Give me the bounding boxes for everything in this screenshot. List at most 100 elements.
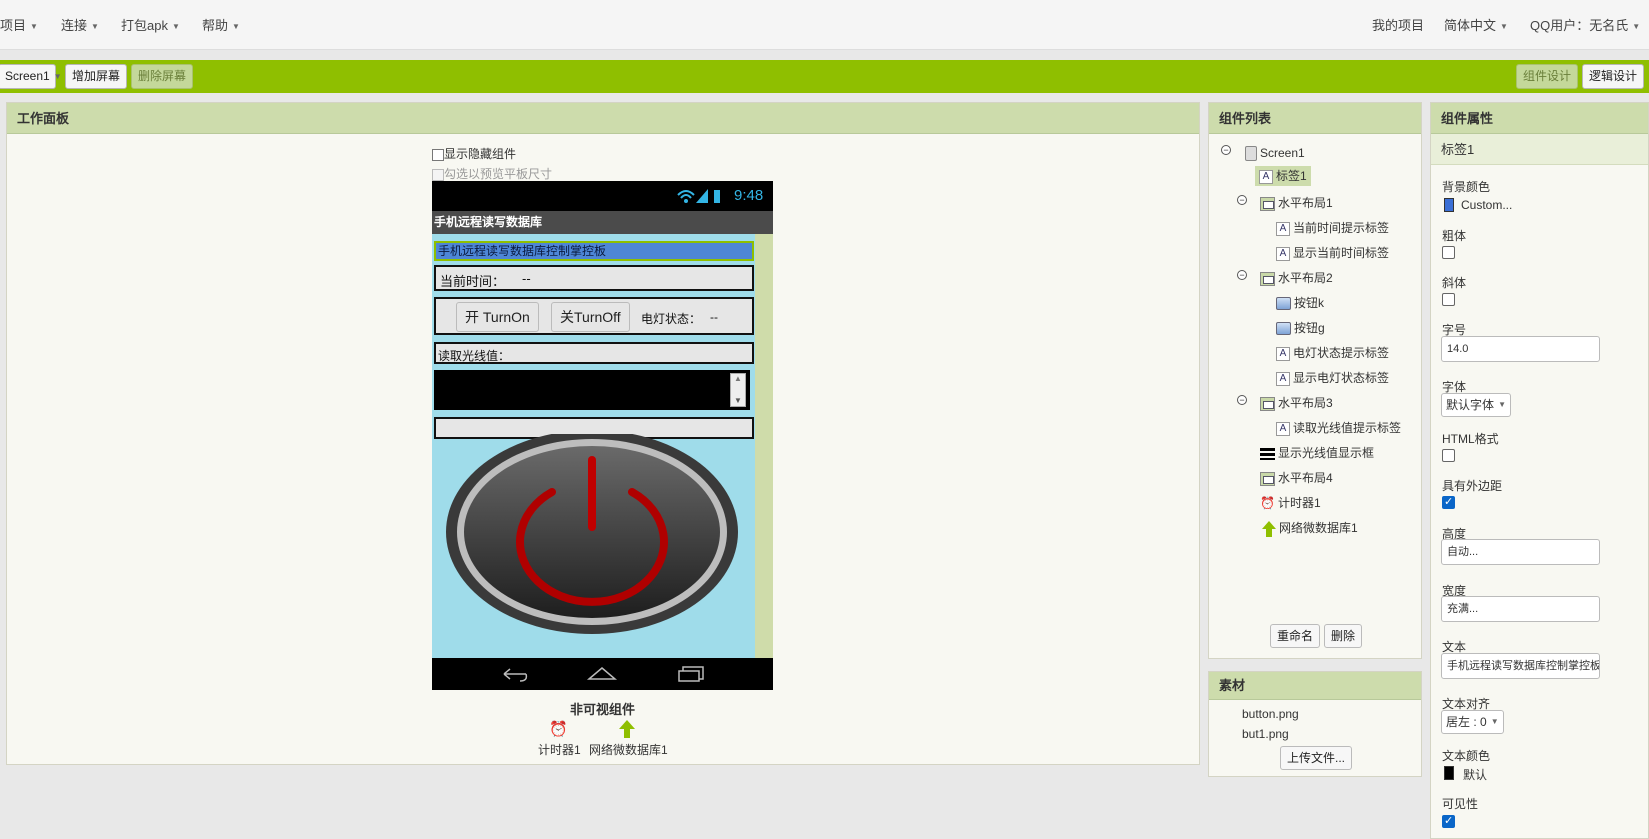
text-input[interactable]: 手机远程读写数据库控制掌控板 <box>1441 653 1600 679</box>
tablet-preview-label: 勾选以预览平板尺寸 <box>444 167 553 181</box>
tree-item-screen1[interactable]: Screen1 <box>1245 143 1305 163</box>
screen-select[interactable]: Screen1 ▼ <box>0 64 62 89</box>
collapse-screen1-icon[interactable]: − <box>1221 145 1231 155</box>
time-value-label: -- <box>522 271 531 286</box>
delete-button[interactable]: 删除 <box>1324 624 1363 648</box>
media-panel-title: 素材 <box>1209 672 1421 700</box>
visible-checkbox[interactable] <box>1442 814 1455 828</box>
html-format-label: HTML格式 <box>1442 432 1499 446</box>
phone-status-bar: 9:48 <box>432 181 773 211</box>
text-color-value[interactable]: 默认 <box>1463 766 1487 783</box>
show-hidden-label: 显示隐藏组件 <box>444 147 517 161</box>
horizontal-layout-2[interactable]: 开 TurnOn 关TurnOff 电灯状态： -- <box>434 297 754 335</box>
caret-down-icon: ▼ <box>1490 717 1499 726</box>
tree-item-light-prompt[interactable]: A 读取光线值提示标签 <box>1276 418 1401 438</box>
turn-off-button[interactable]: 关TurnOff <box>551 302 630 332</box>
tree-item-button-k[interactable]: 按钮k <box>1276 293 1324 313</box>
font-select[interactable]: 默认字体 ▼ <box>1441 393 1512 417</box>
user-menu[interactable]: QQ用户：无名氏 ▼ <box>1530 15 1640 34</box>
horizontal-layout-3[interactable]: 读取光线值： <box>434 342 754 364</box>
home-icon <box>586 667 618 680</box>
height-input[interactable]: 自动... <box>1441 539 1600 565</box>
phone-nav-bar <box>432 658 773 690</box>
tree-item-hlayout4[interactable]: 水平布局4 <box>1260 468 1333 488</box>
tree-item-hlayout2[interactable]: 水平布局2 <box>1260 268 1333 288</box>
scroll-down-icon[interactable]: ▼ <box>734 396 742 405</box>
margin-checkbox[interactable] <box>1442 495 1455 509</box>
italic-label: 斜体 <box>1442 276 1467 290</box>
blocks-button[interactable]: 逻辑设计 <box>1582 64 1645 89</box>
upload-file-button[interactable]: 上传文件... <box>1280 746 1353 770</box>
lamp-status-value-label: -- <box>710 310 718 324</box>
components-panel-title: 组件列表 <box>1209 103 1421 134</box>
tree-item-clouddb1[interactable]: 网络微数据库1 <box>1262 518 1358 538</box>
my-projects-link[interactable]: 我的项目 <box>1372 15 1424 34</box>
collapse-hlayout3-icon[interactable]: − <box>1237 395 1247 405</box>
scroll-up-icon[interactable]: ▲ <box>734 374 742 383</box>
remove-screen-button[interactable]: 删除屏幕 <box>131 64 194 89</box>
tree-item-hlayout3[interactable]: 水平布局3 <box>1260 393 1333 413</box>
html-format-checkbox[interactable] <box>1442 449 1455 462</box>
turn-on-button[interactable]: 开 TurnOn <box>456 302 539 332</box>
header-label[interactable]: 手机远程读写数据库控制掌控板 <box>434 241 754 261</box>
bg-color-value[interactable]: Custom... <box>1461 198 1512 212</box>
add-screen-button[interactable]: 增加屏幕 <box>65 64 128 89</box>
collapse-hlayout2-icon[interactable]: − <box>1237 270 1247 280</box>
tree-item-lamp-value[interactable]: A 显示电灯状态标签 <box>1276 368 1389 388</box>
tree-item-label: 计时器1 <box>1277 496 1321 510</box>
menu-build-apk[interactable]: 打包apk ▼ <box>121 15 180 34</box>
tree-item-lamp-prompt[interactable]: A 电灯状态提示标签 <box>1276 343 1389 363</box>
tree-item-label: 当前时间提示标签 <box>1293 221 1390 235</box>
font-size-input[interactable]: 14.0 <box>1441 336 1600 362</box>
show-hidden-checkbox[interactable] <box>432 148 444 161</box>
recent-apps-icon <box>678 666 704 682</box>
light-value-listview[interactable]: ▲ ▼ <box>434 370 750 410</box>
media-file-but1-png[interactable]: but1.png <box>1242 727 1289 741</box>
menu-connect[interactable]: 连接 ▼ <box>61 15 99 34</box>
language-select[interactable]: 简体中文 ▼ <box>1444 15 1508 34</box>
tree-item-light-listview[interactable]: 显示光线值显示框 <box>1260 443 1374 463</box>
text-align-value: 居左 : 0 <box>1446 715 1487 729</box>
italic-checkbox[interactable] <box>1442 293 1455 306</box>
media-file-button-png[interactable]: button.png <box>1242 707 1299 721</box>
language-label: 简体中文 <box>1444 18 1497 33</box>
text-color-swatch[interactable] <box>1444 766 1454 780</box>
rename-button[interactable]: 重命名 <box>1270 624 1321 648</box>
tree-item-timer1[interactable]: ⏰ 计时器1 <box>1260 493 1321 513</box>
bg-color-swatch[interactable] <box>1444 198 1454 212</box>
listview-scrollbar[interactable]: ▲ ▼ <box>730 373 746 407</box>
collapse-hlayout1-icon[interactable]: − <box>1237 195 1247 205</box>
power-button-image[interactable] <box>444 434 740 650</box>
horizontal-layout-1[interactable]: 当前时间： -- <box>434 265 754 291</box>
tree-item-label: 按钮g <box>1294 321 1325 335</box>
properties-panel-title: 组件属性 <box>1431 103 1648 134</box>
bold-label: 粗体 <box>1442 229 1467 243</box>
tree-item-label: 显示当前时间标签 <box>1293 246 1390 260</box>
text-color-label: 文本颜色 <box>1442 749 1491 763</box>
button-icon <box>1276 297 1291 311</box>
tree-item-label: 显示光线值显示框 <box>1278 446 1375 460</box>
menu-project[interactable]: 项目 ▼ <box>0 15 38 34</box>
show-hidden-option[interactable]: 显示隐藏组件 <box>432 145 516 162</box>
menu-help-label: 帮助 <box>202 18 229 33</box>
label-icon: A <box>1259 169 1273 184</box>
caret-down-icon: ▼ <box>171 22 180 32</box>
designer-button[interactable]: 组件设计 <box>1516 64 1579 89</box>
light-prompt-label: 读取光线值： <box>438 349 511 363</box>
tablet-preview-checkbox[interactable] <box>432 168 444 181</box>
tree-item-button-g[interactable]: 按钮g <box>1276 318 1325 338</box>
tree-item-time-prompt[interactable]: A 当前时间提示标签 <box>1276 218 1389 238</box>
width-input[interactable]: 充满... <box>1441 596 1600 622</box>
text-align-select[interactable]: 居左 : 0 ▼ <box>1441 710 1504 734</box>
menu-project-label: 项目 <box>0 18 27 33</box>
alarm-clock-icon[interactable]: ⏰ <box>549 720 568 738</box>
tree-item-time-value[interactable]: A 显示当前时间标签 <box>1276 243 1389 263</box>
menu-help[interactable]: 帮助 ▼ <box>202 15 240 34</box>
app-screen: 手机远程读写数据库控制掌控板 当前时间： -- 开 TurnOn 关TurnOf… <box>432 234 773 658</box>
signal-icon <box>677 189 720 203</box>
tree-item-hlayout1[interactable]: 水平布局1 <box>1260 193 1333 213</box>
tablet-preview-option[interactable]: 勾选以预览平板尺寸 <box>432 165 552 182</box>
bold-checkbox[interactable] <box>1442 246 1455 259</box>
tree-item-label1[interactable]: A 标签1 <box>1255 166 1311 186</box>
up-arrow-icon[interactable] <box>619 720 635 741</box>
